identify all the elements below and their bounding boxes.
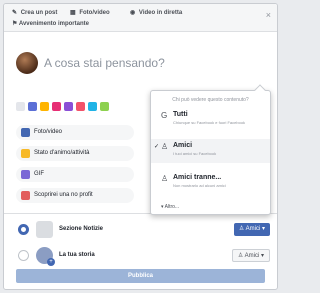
avatar (16, 52, 38, 74)
pencil-icon: ✎ (12, 10, 18, 16)
composer-tabs-bar: ✎ Crea un post ▦ Foto/video ◉ Video in d… (4, 4, 277, 32)
friends-except-icon: ♙ (161, 174, 169, 183)
option-title: Amici (173, 142, 193, 149)
action-label: Stato d'animo/attività (34, 150, 90, 156)
close-icon[interactable]: × (266, 10, 271, 20)
color-swatch[interactable] (28, 102, 37, 111)
share-row-label: La tua storia (59, 252, 95, 258)
action-label: GIF (34, 171, 44, 177)
audience-button[interactable]: ♙ Amici ▾ (233, 223, 270, 236)
globe-icon: G (161, 111, 168, 120)
option-description: Chiunque su Facebook e fuori Facebook (173, 120, 246, 125)
friends-icon: ♙ (238, 226, 246, 232)
color-swatch[interactable] (64, 102, 73, 111)
option-description: Non mostrarlo ad alcuni amici (173, 183, 226, 188)
tab-live-video[interactable]: ◉ Video in diretta (130, 9, 182, 16)
story-radio[interactable] (18, 250, 29, 261)
composer-area[interactable]: A cosa stai pensando? (4, 32, 277, 94)
action-label: Foto/video (34, 129, 63, 135)
news-feed-radio[interactable] (18, 224, 29, 235)
news-feed-thumbnail (36, 221, 53, 238)
tab-create-post[interactable]: ✎ Crea un post (12, 9, 57, 16)
color-swatch[interactable] (88, 102, 97, 111)
audience-button[interactable]: ♙ Amici ▾ (231, 249, 270, 262)
action-gif[interactable]: GIF (16, 167, 134, 182)
friends-icon: ♙ (237, 253, 245, 259)
more-options-link[interactable]: ▾ Altro... (161, 204, 179, 210)
photo-icon (21, 128, 30, 137)
flag-icon: ⚑ (12, 21, 18, 27)
option-title: Amici tranne... (173, 174, 222, 181)
life-event-link[interactable]: ⚑ Avvenimento importante (12, 20, 89, 27)
tab-create-post-label: Crea un post (20, 10, 58, 16)
audience-option-public[interactable]: G Tutti Chiunque su Facebook e fuori Fac… (151, 108, 270, 132)
audience-option-friends[interactable]: ✓ ♙ Amici I tuoi amici su Facebook (151, 139, 270, 163)
action-nonprofit[interactable]: Scoprirei una no profit (16, 188, 134, 203)
audience-button-label: Amici ▾ (245, 226, 265, 232)
publish-button[interactable]: Pubblica (16, 269, 265, 283)
color-swatch[interactable] (16, 102, 25, 111)
tab-photo-video-label: Foto/video (79, 10, 110, 16)
audience-button-label: Amici ▾ (244, 253, 264, 259)
audience-option-friends-except[interactable]: ♙ Amici tranne... Non mostrarlo ad alcun… (151, 171, 270, 195)
post-text-input[interactable]: A cosa stai pensando? (44, 56, 165, 70)
story-avatar: + (36, 247, 55, 266)
color-swatch[interactable] (100, 102, 109, 111)
add-icon: + (47, 258, 55, 266)
friends-icon: ♙ (161, 142, 169, 151)
action-photo-video[interactable]: Foto/video (16, 125, 134, 140)
action-label: Scoprirei una no profit (34, 192, 93, 198)
color-swatch[interactable] (52, 102, 61, 111)
checkmark-icon: ✓ (154, 144, 160, 150)
option-title: Tutti (173, 111, 188, 118)
popover-header: Chi può vedere questo contenuto? (172, 97, 249, 103)
gif-icon (21, 170, 30, 179)
option-description: I tuoi amici su Facebook (173, 151, 217, 156)
audience-selector-popover: Chi può vedere questo contenuto? G Tutti… (150, 84, 271, 215)
color-swatch[interactable] (40, 102, 49, 111)
feeling-icon (21, 149, 30, 158)
share-row-news-feed[interactable]: Sezione Notizie ♙ Amici ▾ (4, 218, 277, 242)
photo-icon: ▦ (70, 10, 76, 16)
share-row-label: Sezione Notizie (59, 226, 104, 232)
tab-photo-video[interactable]: ▦ Foto/video (70, 9, 110, 16)
search-friends-icon (21, 191, 30, 200)
live-video-icon: ◉ (130, 10, 136, 16)
color-swatch[interactable] (76, 102, 85, 111)
share-row-story[interactable]: + La tua storia ♙ Amici ▾ (4, 244, 277, 268)
tab-live-video-label: Video in diretta (138, 10, 183, 16)
life-event-label: Avvenimento importante (18, 21, 89, 27)
action-feeling[interactable]: Stato d'animo/attività (16, 146, 134, 161)
